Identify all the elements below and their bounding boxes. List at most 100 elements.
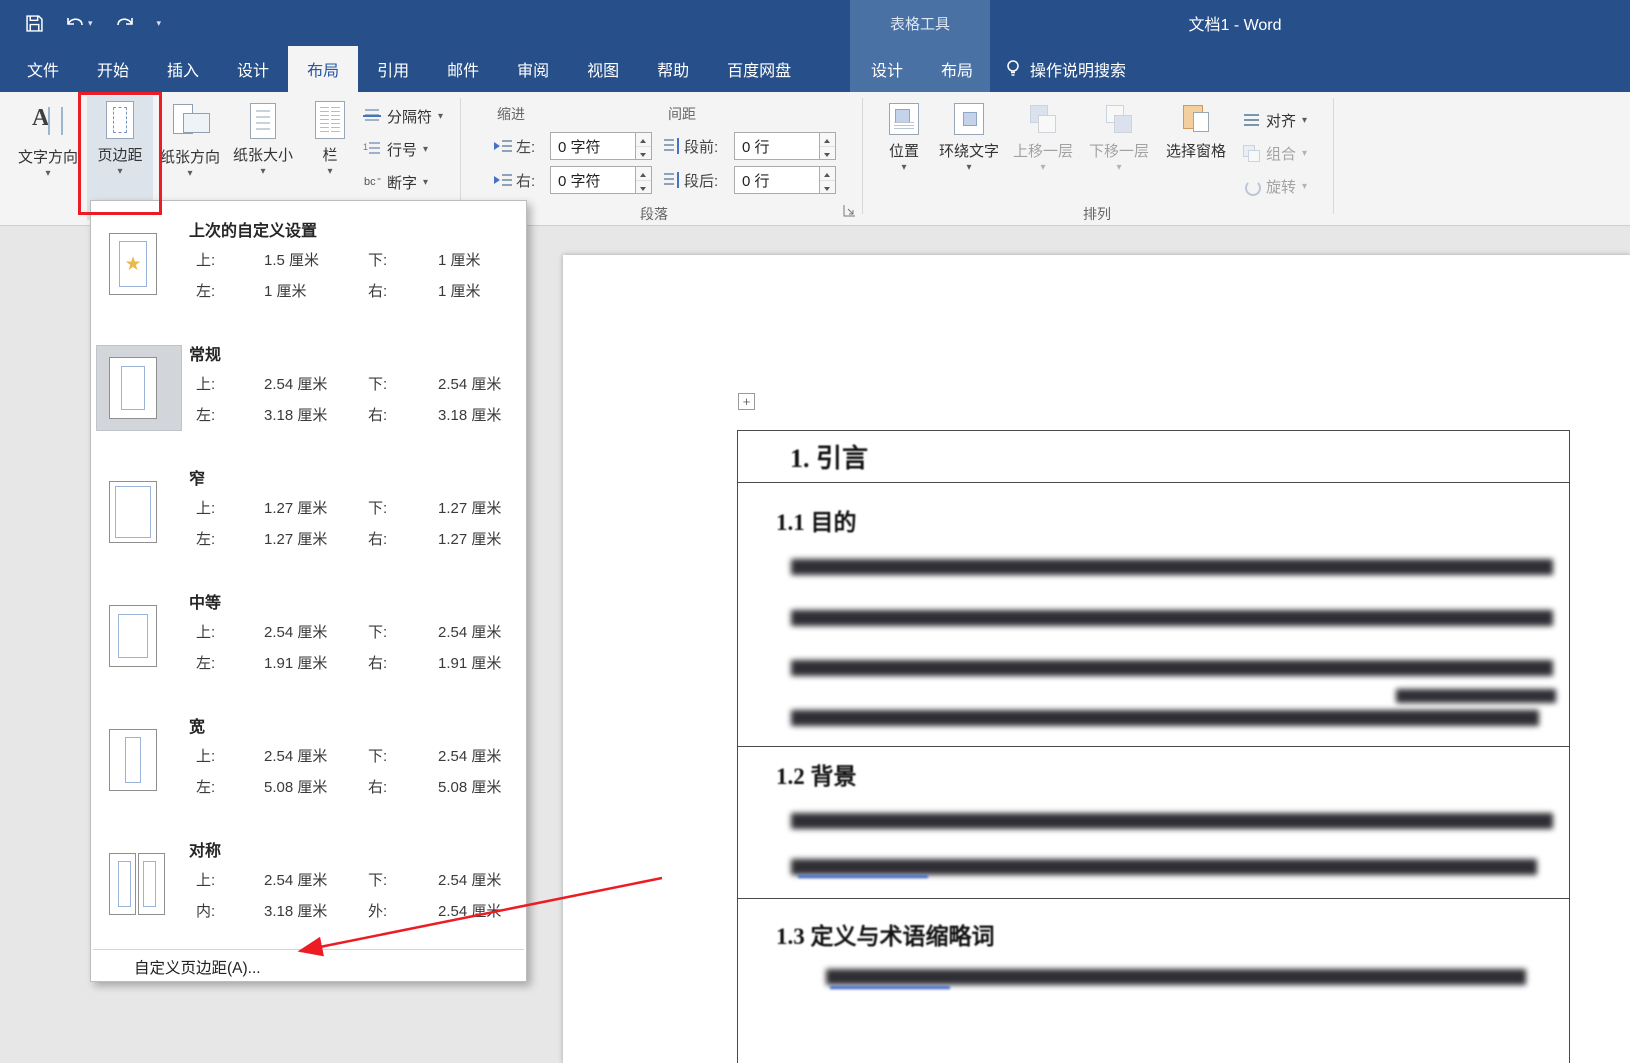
blurred-text-line	[791, 710, 1539, 726]
indent-left-input[interactable]: 0 字符	[550, 132, 636, 160]
space-before-stepper	[820, 132, 836, 160]
margin-label: 上:	[196, 624, 216, 641]
margin-value: 1.27 厘米	[264, 500, 328, 517]
redo-button[interactable]	[115, 15, 135, 31]
tab-references[interactable]: 引用	[358, 46, 428, 92]
undo-button[interactable]: ▾	[65, 15, 93, 31]
margins-preset-wide[interactable]: 宽 上: 2.54 厘米 下: 2.54 厘米 左: 5.08 厘米 右: 5.…	[91, 703, 526, 827]
margin-label: 下:	[368, 748, 388, 765]
space-after-input[interactable]: 0 行	[734, 166, 820, 194]
text-direction-icon	[29, 101, 67, 141]
send-backward-button[interactable]: 下移一层 ▾	[1086, 96, 1152, 220]
indent-right-stepper	[636, 166, 652, 194]
chevron-down-icon[interactable]: ▾	[88, 18, 93, 29]
wrap-text-button[interactable]: 环绕文字 ▾	[936, 96, 1002, 220]
tab-table-layout[interactable]: 布局	[922, 46, 992, 92]
redo-icon	[116, 18, 133, 26]
save-button[interactable]	[26, 14, 43, 32]
margins-preset-normal[interactable]: 常规 上: 2.54 厘米 下: 2.54 厘米 左: 3.18 厘米 右: 3…	[91, 331, 526, 455]
spinner-down-icon[interactable]	[820, 181, 835, 194]
send-backward-icon	[1104, 103, 1134, 135]
margins-preset-moderate[interactable]: 中等 上: 2.54 厘米 下: 2.54 厘米 左: 1.91 厘米 右: 1…	[91, 579, 526, 703]
align-button[interactable]: 对齐 ▾	[1243, 106, 1307, 134]
tab-view[interactable]: 视图	[568, 46, 638, 92]
indent-left-label: 左:	[516, 138, 536, 156]
document-page[interactable]: + 1. 引言 1.1 目的 1.2 背景 1.3 定义与术语缩略词	[563, 255, 1630, 1063]
tab-baidu-netdisk[interactable]: 百度网盘	[708, 46, 810, 92]
hyphenation-label: 断字	[387, 174, 418, 192]
spinner-up-icon[interactable]	[636, 167, 651, 181]
undo-icon	[67, 18, 83, 26]
bring-forward-button[interactable]: 上移一层 ▾	[1010, 96, 1076, 220]
indent-right-control: 右: 0 字符	[494, 166, 652, 194]
tab-review[interactable]: 审阅	[498, 46, 568, 92]
spinner-up-icon[interactable]	[820, 133, 835, 147]
margin-value: 1.91 厘米	[438, 655, 502, 672]
tab-layout[interactable]: 布局	[288, 46, 359, 92]
spinner-down-icon[interactable]	[820, 147, 835, 160]
hyphenation-button[interactable]: 断字 ▾	[363, 168, 428, 196]
tab-help[interactable]: 帮助	[638, 46, 708, 92]
spinner-up-icon[interactable]	[636, 133, 651, 147]
group-button[interactable]: 组合 ▾	[1243, 139, 1307, 167]
selection-pane-button[interactable]: 选择窗格	[1160, 96, 1232, 220]
table-move-handle[interactable]: +	[738, 393, 755, 410]
breaks-button[interactable]: 分隔符 ▾	[363, 102, 443, 130]
doc-heading-1-2: 1.2 背景	[776, 764, 857, 789]
margin-label: 上:	[196, 872, 216, 889]
text-direction-button[interactable]: 文字方向 ▾	[12, 96, 84, 220]
margin-label: 下:	[368, 376, 388, 393]
position-button[interactable]: 位置 ▾	[878, 96, 930, 220]
tab-file[interactable]: 文件	[8, 46, 78, 92]
margin-value: 3.18 厘米	[264, 903, 328, 920]
custom-margins-menu-item[interactable]: 自定义页边距(A)...	[91, 953, 526, 981]
spinner-down-icon[interactable]	[636, 147, 651, 160]
margins-preset-last-custom[interactable]: ★ 上次的自定义设置 上: 1.5 厘米 下: 1 厘米 左: 1 厘米 右: …	[91, 207, 526, 331]
chevron-down-icon: ▾	[117, 166, 123, 177]
spinner-down-icon[interactable]	[636, 181, 651, 194]
margin-label: 左:	[196, 655, 216, 672]
tab-mailings[interactable]: 邮件	[428, 46, 498, 92]
margin-value: 2.54 厘米	[438, 624, 502, 641]
margin-label: 左:	[196, 407, 216, 424]
margin-value: 5.08 厘米	[438, 779, 502, 796]
tab-insert[interactable]: 插入	[148, 46, 218, 92]
line-numbers-button[interactable]: 行号 ▾	[363, 135, 428, 163]
margins-label: 页边距	[97, 147, 143, 164]
indent-right-input[interactable]: 0 字符	[550, 166, 636, 194]
dialog-launcher-icon	[843, 205, 855, 217]
indent-left-control: 左: 0 字符	[494, 132, 652, 160]
breaks-icon	[363, 107, 381, 125]
tab-table-design[interactable]: 设计	[852, 46, 922, 92]
columns-icon	[315, 101, 345, 139]
chevron-down-icon: ▾	[1302, 148, 1308, 159]
rotate-button[interactable]: 旋转 ▾	[1243, 172, 1307, 200]
tell-me-search[interactable]: 操作说明搜索	[1005, 46, 1126, 92]
margin-value: 2.54 厘米	[264, 376, 328, 393]
tab-home[interactable]: 开始	[78, 46, 148, 92]
contextual-tabs: 设计 布局	[852, 46, 992, 92]
paragraph-dialog-launcher[interactable]	[843, 204, 857, 218]
margin-preset-icon	[109, 357, 157, 419]
margin-value: 3.18 厘米	[264, 407, 328, 424]
line-numbers-icon	[363, 140, 381, 158]
columns-label: 栏	[322, 147, 338, 164]
preset-name: 窄	[189, 471, 206, 488]
margins-preset-mirrored[interactable]: 对称 上: 2.54 厘米 下: 2.54 厘米 内: 3.18 厘米 外: 2…	[91, 827, 526, 951]
align-label: 对齐	[1266, 112, 1297, 130]
group-separator	[1333, 98, 1334, 214]
margins-preset-narrow[interactable]: 窄 上: 1.27 厘米 下: 1.27 厘米 左: 1.27 厘米 右: 1.…	[91, 455, 526, 579]
bring-forward-icon	[1028, 103, 1058, 135]
blurred-text-line	[791, 813, 1553, 829]
space-before-input[interactable]: 0 行	[734, 132, 820, 160]
chevron-down-icon: ▾	[1302, 181, 1308, 192]
tab-design[interactable]: 设计	[218, 46, 288, 92]
margin-value: 1 厘米	[264, 283, 307, 300]
space-before-icon	[662, 138, 680, 154]
customize-qat-button[interactable]: ▾	[157, 18, 162, 29]
indent-section-label: 缩进	[497, 106, 525, 122]
paragraph-group-label: 段落	[640, 206, 668, 222]
window-title: 文档1 - Word	[1188, 17, 1282, 34]
spinner-up-icon[interactable]	[820, 167, 835, 181]
margin-preset-icon	[109, 729, 157, 791]
